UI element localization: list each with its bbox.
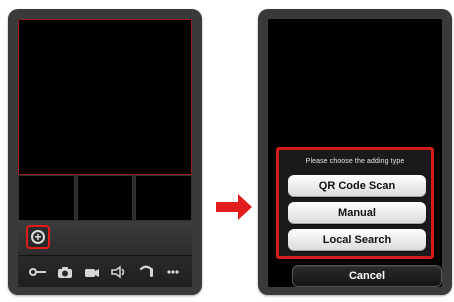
video-icon[interactable] <box>81 261 103 283</box>
more-icon[interactable] <box>162 261 184 283</box>
arrow-right-icon <box>216 194 252 220</box>
adding-type-dialog: Please choose the adding type QR Code Sc… <box>276 147 434 259</box>
key-icon[interactable] <box>27 261 49 283</box>
video-thumbnail-2[interactable] <box>76 175 134 221</box>
manual-button[interactable]: Manual <box>288 202 426 224</box>
add-device-bar: + <box>18 221 192 255</box>
bottom-toolbar <box>18 255 192 287</box>
local-search-label: Local Search <box>322 234 392 246</box>
thumbnail-strip <box>18 175 192 221</box>
camera-icon[interactable] <box>54 261 76 283</box>
qr-code-scan-button[interactable]: QR Code Scan <box>288 175 426 197</box>
speaker-icon[interactable] <box>108 261 130 283</box>
local-search-button[interactable]: Local Search <box>288 229 426 251</box>
qr-code-scan-label: QR Code Scan <box>318 180 396 192</box>
manual-label: Manual <box>338 207 376 219</box>
video-thumbnail-1[interactable] <box>18 175 75 221</box>
right-screen: Please choose the adding type QR Code Sc… <box>268 19 442 287</box>
cancel-button[interactable]: Cancel <box>292 265 442 287</box>
add-device-button[interactable]: + <box>26 225 50 249</box>
video-thumbnail-3[interactable] <box>135 175 192 221</box>
phone-icon[interactable] <box>135 261 157 283</box>
plus-circle-icon: + <box>31 230 45 244</box>
left-phone-frame: + <box>8 9 202 295</box>
dialog-title: Please choose the adding type <box>305 158 405 165</box>
right-phone-frame: Please choose the adding type QR Code Sc… <box>258 9 452 295</box>
cancel-label: Cancel <box>348 270 386 282</box>
left-screen: + <box>18 19 192 287</box>
main-video-view[interactable] <box>18 19 192 175</box>
